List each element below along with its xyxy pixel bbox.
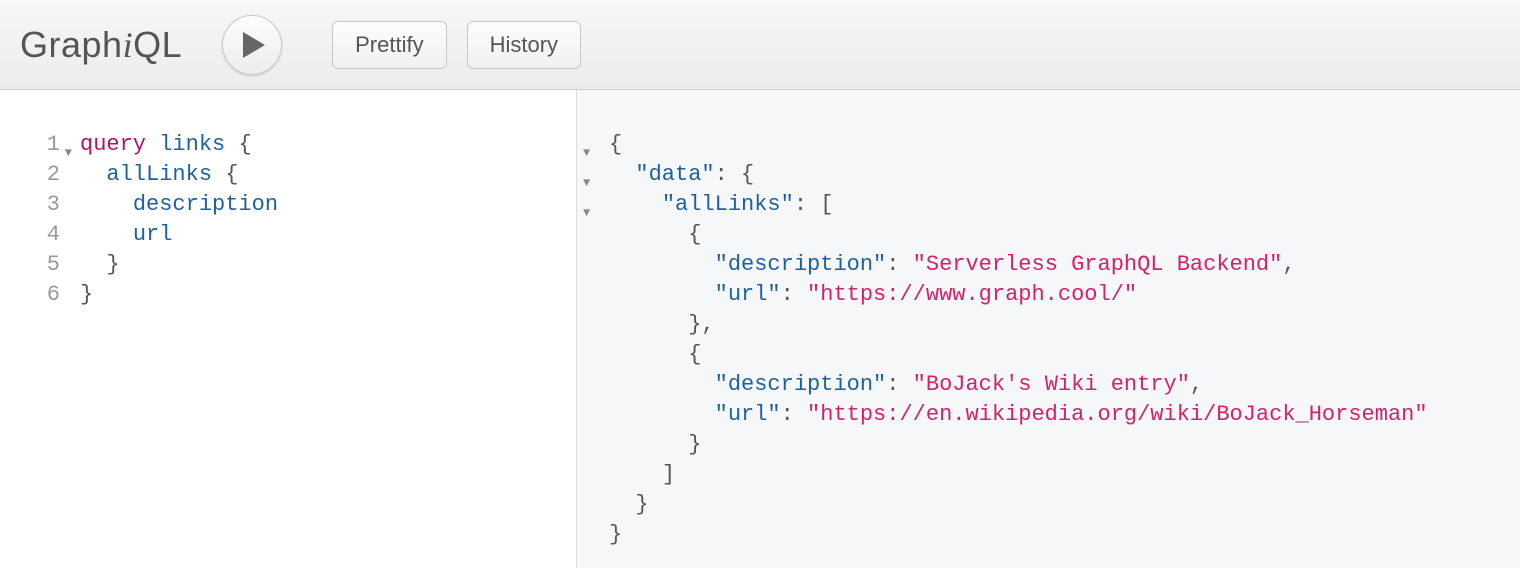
- history-button[interactable]: History: [467, 21, 581, 69]
- fold-arrow-icon[interactable]: ▼: [583, 168, 590, 198]
- brace: }: [80, 282, 93, 307]
- line-number: 3: [47, 192, 60, 217]
- play-icon: [243, 32, 265, 58]
- result-gutter: ▼ ▼ ▼: [577, 130, 605, 568]
- line-number: 2: [47, 162, 60, 187]
- json-key: "url": [715, 402, 781, 427]
- fold-arrow-icon[interactable]: ▼: [583, 198, 590, 228]
- field: description: [133, 192, 278, 217]
- logo-text-pre: Graph: [20, 24, 123, 65]
- json-key: "url": [715, 282, 781, 307]
- line-number: 5: [47, 252, 60, 277]
- result-json[interactable]: { "data": { "allLinks": [ { "description…: [605, 130, 1428, 568]
- field: url: [133, 222, 173, 247]
- line-number: 4: [47, 222, 60, 247]
- main-area: 1▼ 2 3 4 5 6 query links { allLinks { de…: [0, 90, 1520, 568]
- keyword-query: query: [80, 132, 146, 157]
- app-logo: GraphiQL: [20, 24, 182, 66]
- operation-name: links: [159, 132, 225, 157]
- json-key: "data": [635, 162, 714, 187]
- toolbar: GraphiQL Prettify History: [0, 0, 1520, 90]
- json-string: "BoJack's Wiki entry": [913, 372, 1190, 397]
- logo-text-post: QL: [133, 24, 182, 65]
- json-key: "allLinks": [662, 192, 794, 217]
- editor-gutter: 1▼ 2 3 4 5 6: [0, 130, 72, 568]
- json-string: "https://www.graph.cool/": [807, 282, 1137, 307]
- fold-arrow-icon[interactable]: ▼: [583, 138, 590, 168]
- json-string: "Serverless GraphQL Backend": [913, 252, 1283, 277]
- field-root: allLinks: [106, 162, 212, 187]
- line-number: 6: [47, 282, 60, 307]
- line-number: 1: [47, 132, 60, 157]
- brace: {: [238, 132, 251, 157]
- brace: }: [106, 252, 119, 277]
- json-string: "https://en.wikipedia.org/wiki/BoJack_Ho…: [807, 402, 1428, 427]
- execute-button[interactable]: [222, 15, 282, 75]
- fold-arrow-icon[interactable]: ▼: [65, 138, 72, 168]
- json-key: "description": [715, 372, 887, 397]
- query-editor[interactable]: 1▼ 2 3 4 5 6 query links { allLinks { de…: [0, 90, 577, 568]
- brace: {: [225, 162, 238, 187]
- logo-text-i: i: [123, 25, 134, 65]
- result-pane: ▼ ▼ ▼ { "data": { "allLinks": [ { "descr…: [577, 90, 1520, 568]
- json-key: "description": [715, 252, 887, 277]
- query-code[interactable]: query links { allLinks { description url…: [72, 130, 278, 568]
- prettify-button[interactable]: Prettify: [332, 21, 446, 69]
